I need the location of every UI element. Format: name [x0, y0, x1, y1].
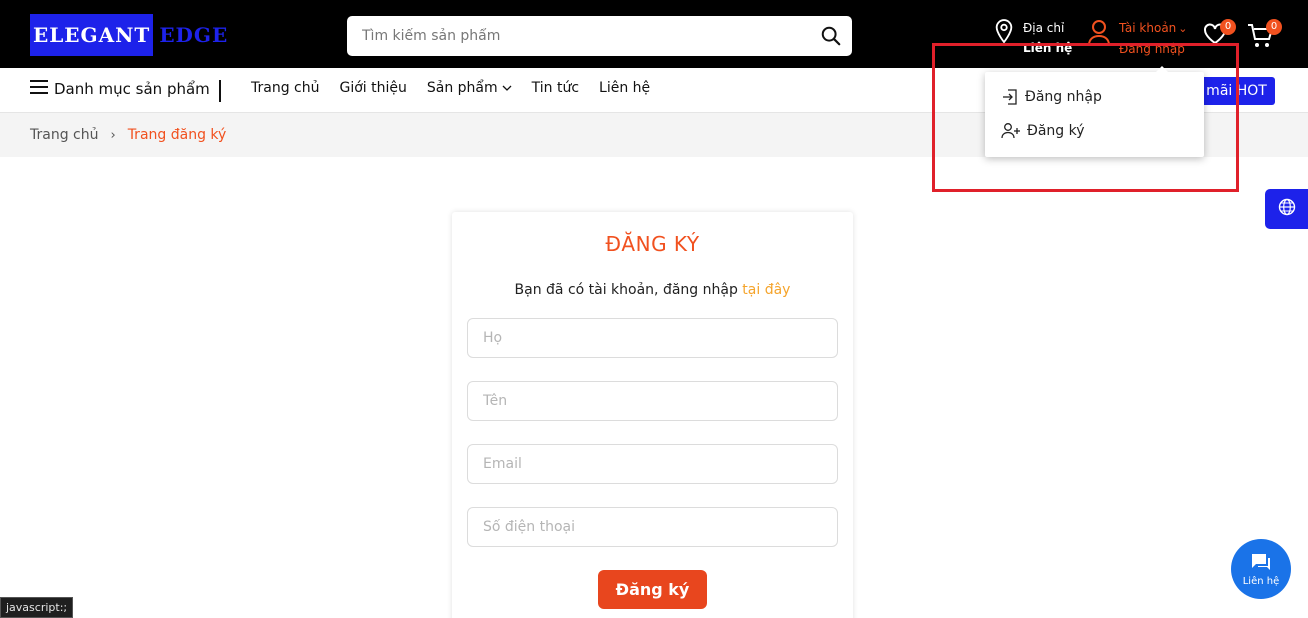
heart-icon — [1202, 23, 1228, 49]
register-card: ĐĂNG KÝ Bạn đã có tài khoản, đăng nhập t… — [452, 212, 853, 618]
logo[interactable]: ELEGANT EDGE — [30, 14, 228, 56]
hamburger-icon — [30, 79, 48, 99]
email-field[interactable] — [467, 444, 838, 484]
chat-label: Liên hệ — [1242, 575, 1280, 587]
category-menu-label: Danh mục sản phẩm — [54, 80, 210, 98]
nav-divider — [219, 80, 221, 102]
first-name-field[interactable] — [467, 381, 838, 421]
add-user-icon — [1001, 122, 1021, 140]
account-label: Tài khoản — [1119, 21, 1177, 35]
chevron-down-icon — [502, 80, 512, 96]
dropdown-register-label: Đăng ký — [1027, 123, 1085, 139]
logo-mark: ELEGANT — [30, 14, 154, 56]
search-icon[interactable] — [816, 22, 846, 50]
last-name-field[interactable] — [467, 318, 838, 358]
top-header: ELEGANT EDGE Địa chỉ Liên hệ Tài khoản⌄ … — [0, 0, 1308, 68]
address-link[interactable]: Địa chỉ Liên hệ — [993, 18, 1072, 58]
login-hint-text: Bạn đã có tài khoản, đăng nhập — [514, 282, 743, 298]
breadcrumb-home[interactable]: Trang chủ — [30, 127, 98, 143]
chevron-down-icon: ⌄ — [1178, 22, 1188, 35]
nav-links: Trang chủ Giới thiệu Sản phẩm Tin tức Li… — [251, 80, 670, 96]
cart-button[interactable]: 0 — [1246, 19, 1282, 53]
dropdown-login-label: Đăng nhập — [1025, 89, 1102, 105]
user-icon — [1087, 18, 1111, 59]
login-icon — [1001, 88, 1019, 106]
search-bar — [347, 16, 852, 56]
location-pin-icon — [993, 18, 1015, 58]
search-input[interactable] — [347, 16, 807, 56]
phone-field[interactable] — [467, 507, 838, 547]
language-button[interactable] — [1265, 189, 1308, 229]
nav-link-about[interactable]: Giới thiệu — [339, 80, 406, 96]
nav-link-products-label: Sản phẩm — [426, 80, 498, 96]
login-here-link[interactable]: tại đây — [742, 282, 790, 298]
chat-contact-button[interactable]: Liên hệ — [1231, 539, 1291, 599]
chevron-right-icon: › — [110, 127, 116, 143]
dropdown-login-item[interactable]: Đăng nhập — [985, 80, 1204, 114]
address-label: Địa chỉ — [1023, 21, 1065, 35]
contact-label: Liên hệ — [1023, 41, 1073, 55]
category-menu-button[interactable]: Danh mục sản phẩm — [30, 79, 210, 99]
chat-icon — [1250, 552, 1272, 575]
nav-link-contact[interactable]: Liên hệ — [599, 80, 650, 96]
nav-link-news[interactable]: Tin tức — [532, 80, 579, 96]
register-button[interactable]: Đăng ký — [598, 570, 707, 609]
login-hint: Bạn đã có tài khoản, đăng nhập tại đây — [452, 282, 853, 298]
dropdown-register-item[interactable]: Đăng ký — [985, 114, 1204, 148]
wishlist-button[interactable]: 0 — [1202, 19, 1236, 49]
account-dropdown: Đăng nhập Đăng ký — [985, 66, 1204, 157]
breadcrumb-current: Trang đăng ký — [127, 127, 227, 143]
globe-icon — [1278, 198, 1296, 220]
account-menu[interactable]: Tài khoản ⌄ Đăng nhập — [1087, 18, 1188, 59]
nav-link-products[interactable]: Sản phẩm — [427, 80, 512, 96]
wishlist-count-badge: 0 — [1220, 19, 1236, 35]
logo-text: EDGE — [159, 23, 229, 47]
status-bar-tooltip: javascript:; — [0, 597, 74, 618]
login-label: Đăng nhập — [1119, 42, 1185, 56]
register-title: ĐĂNG KÝ — [605, 232, 700, 256]
nav-link-home[interactable]: Trang chủ — [251, 80, 319, 96]
cart-count-badge: 0 — [1266, 19, 1282, 35]
cart-icon — [1246, 24, 1274, 53]
